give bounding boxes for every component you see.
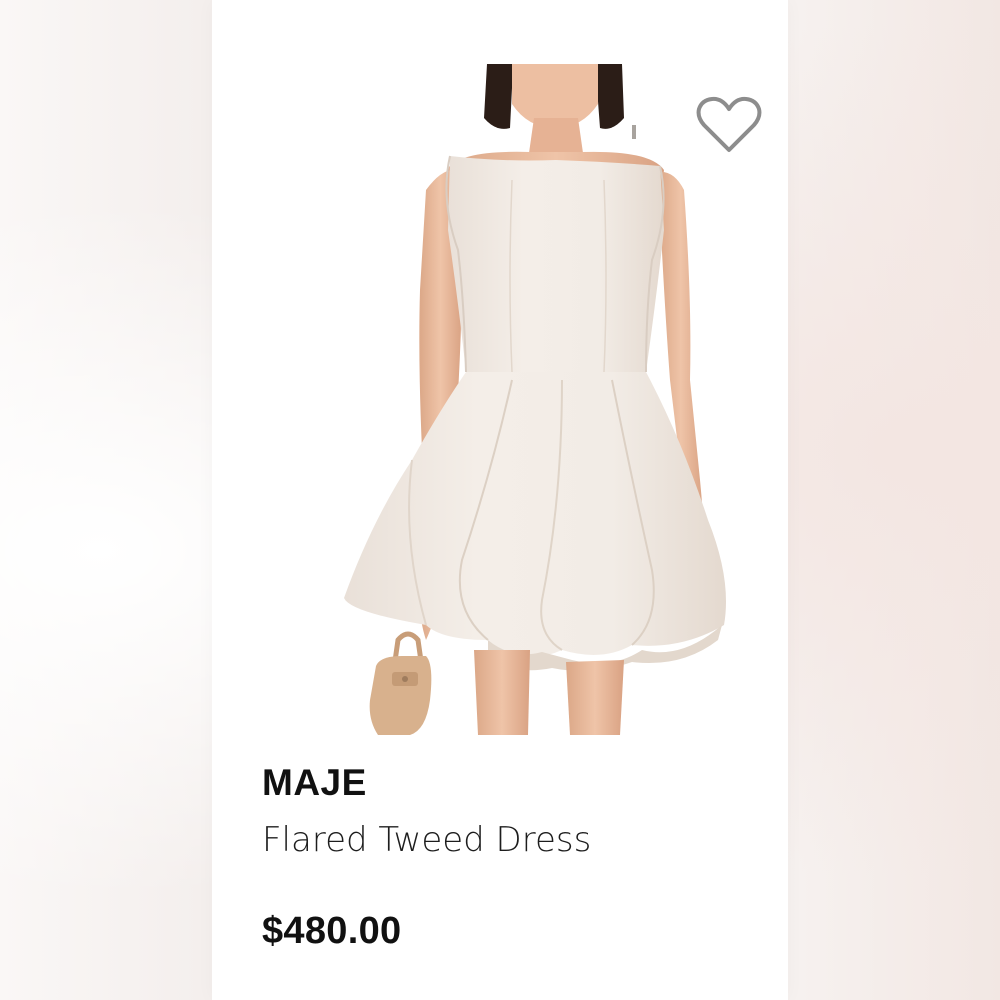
product-title[interactable]: Flared Tweed Dress [262, 820, 591, 860]
favorite-button[interactable] [696, 96, 764, 158]
brand-name[interactable]: MAJE [262, 762, 367, 804]
product-image[interactable] [212, 0, 788, 735]
product-price: $480.00 [262, 910, 402, 952]
product-card[interactable]: MAJE Flared Tweed Dress $480.00 [212, 0, 788, 1000]
